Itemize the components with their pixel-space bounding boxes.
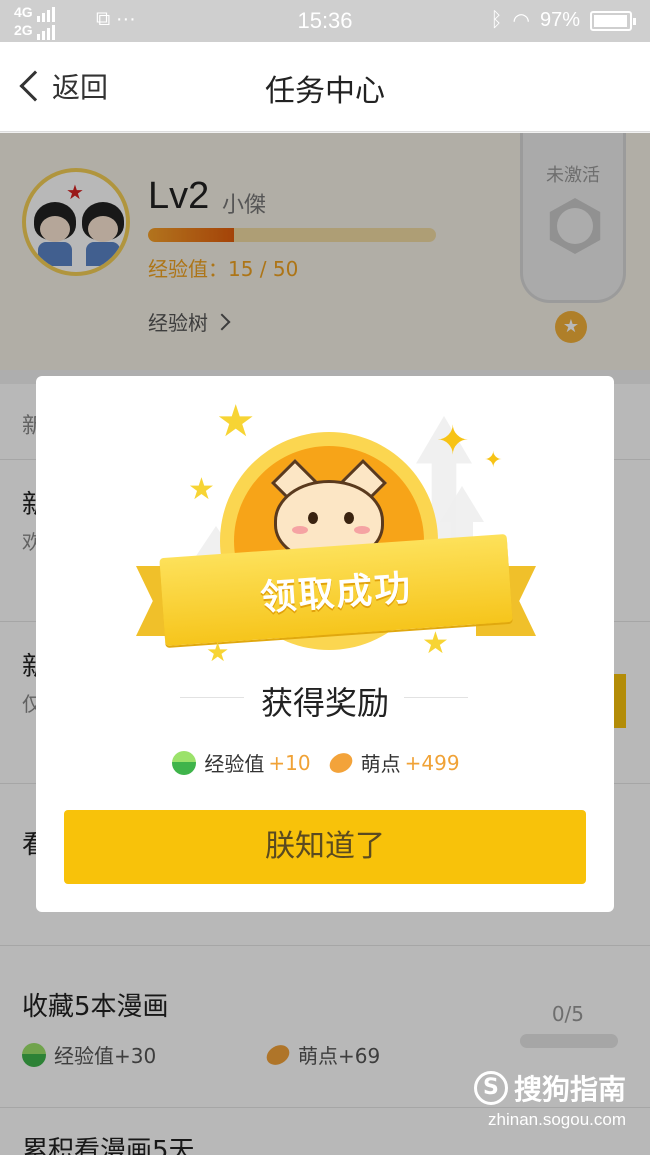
sparkle-star-icon: ★ (206, 638, 230, 668)
exp-label: 经验值 (204, 752, 265, 776)
sparkle-star-icon: ✦ (484, 448, 503, 473)
bean-amount: +499 (404, 750, 460, 775)
sogou-s-icon: S (473, 1071, 508, 1105)
bluetooth-icon: ᛒ (490, 9, 503, 31)
reward-dialog: 领取成功 ★ ✦ ✦ ★ ★ ★ 获得奖励 经验值 +10 萌点 +499 朕知… (36, 376, 614, 912)
confirm-button[interactable]: 朕知道了 (64, 810, 586, 884)
watermark: S 搜狗指南 zhinan.sogou.com (473, 1068, 626, 1130)
success-banner-text: 领取成功 (258, 567, 414, 620)
reward-summary: 经验值 +10 萌点 +499 (36, 748, 614, 777)
page-title: 任务中心 (265, 74, 385, 109)
nav-bar: 返回 任务中心 (0, 42, 650, 132)
exp-icon (172, 750, 197, 775)
sparkle-star-icon: ★ (216, 396, 256, 447)
exp-amount: +10 (268, 750, 311, 775)
battery-icon (590, 10, 636, 31)
sparkle-star-icon: ✦ (436, 418, 470, 464)
bean-label: 萌点 (360, 752, 401, 776)
status-bar: 4G 2G ⧉ ··· 15:36 ᛒ ◠ 97% (0, 0, 650, 42)
sparkle-star-icon: ★ (188, 472, 215, 507)
sogou-logo: S 搜狗指南 (473, 1068, 626, 1108)
bean-icon (325, 748, 356, 777)
status-right: ᛒ ◠ 97% (490, 8, 636, 33)
sparkle-star-icon: ★ (422, 626, 449, 661)
wifi-icon: ◠ (512, 10, 530, 32)
battery-percent: 97% (539, 9, 580, 31)
reward-heading: 获得奖励 (260, 684, 389, 722)
watermark-url: zhinan.sogou.com (488, 1110, 626, 1129)
divider-right (404, 697, 468, 698)
